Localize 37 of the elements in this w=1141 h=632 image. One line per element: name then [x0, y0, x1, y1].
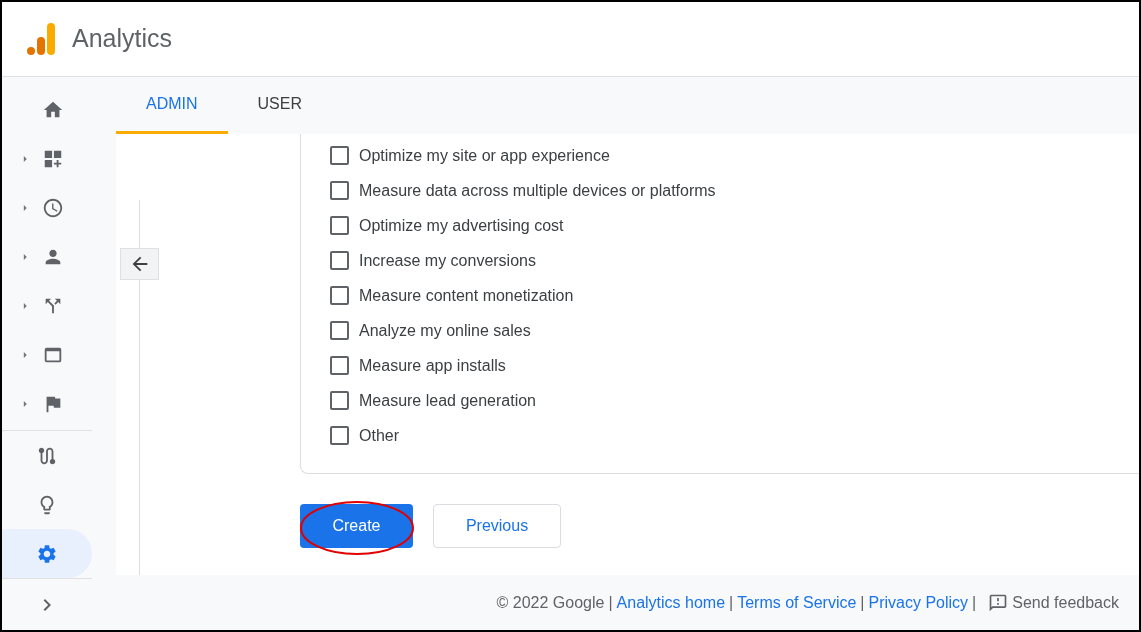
checkbox[interactable] — [330, 356, 349, 375]
checkbox-label: Increase my conversions — [359, 250, 536, 271]
footer-link[interactable]: Terms of Service — [737, 590, 857, 615]
back-button[interactable] — [120, 248, 159, 280]
create-button[interactable]: Create — [300, 504, 413, 548]
checkbox-label: Other — [359, 425, 399, 446]
tab[interactable]: USER — [227, 77, 332, 134]
checkbox[interactable] — [330, 426, 349, 445]
sidebar-item[interactable] — [2, 529, 92, 578]
checkbox-label: Optimize my site or app experience — [359, 145, 610, 166]
checkbox[interactable] — [330, 321, 349, 340]
checkbox[interactable] — [330, 181, 349, 200]
checkbox[interactable] — [330, 146, 349, 165]
analytics-logo-icon — [26, 22, 56, 56]
checkbox-label: Optimize my advertising cost — [359, 215, 564, 236]
separator-text: | — [972, 592, 977, 613]
separator-text: | — [608, 592, 613, 613]
separator-text: | — [729, 592, 734, 613]
feedback-button[interactable]: Send feedback — [988, 590, 1119, 615]
checkbox-label: Measure app installs — [359, 355, 506, 376]
checkbox[interactable] — [330, 286, 349, 305]
copyright-text: © 2022 Google — [496, 592, 605, 613]
clock-icon — [42, 196, 64, 219]
footer-link[interactable]: Analytics home — [616, 590, 726, 615]
checkbox-label: Measure lead generation — [359, 390, 536, 411]
checkbox[interactable] — [330, 391, 349, 410]
checkbox-label: Measure content monetization — [359, 285, 574, 306]
settings-icon — [36, 542, 58, 565]
separator-text: | — [860, 592, 865, 613]
checkbox-label: Measure data across multiple devices or platforms — [359, 180, 716, 201]
footer-link[interactable]: Privacy Policy — [868, 590, 969, 615]
feedback-icon — [988, 592, 1009, 613]
checkbox-label: Analyze my online sales — [359, 320, 531, 341]
checkbox[interactable] — [330, 251, 349, 270]
app-title: Analytics — [72, 23, 173, 55]
previous-button[interactable]: Previous — [433, 504, 561, 548]
checkbox[interactable] — [330, 216, 349, 235]
